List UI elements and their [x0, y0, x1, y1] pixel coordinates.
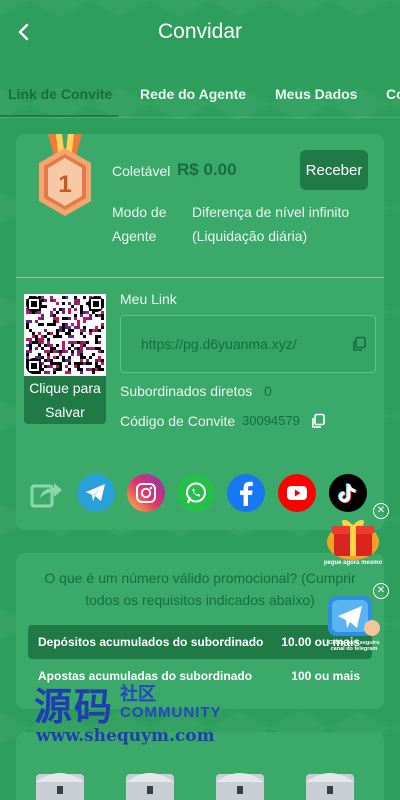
- invite-code-value: 30094579: [242, 413, 300, 428]
- direct-subordinates-label: Subordinados diretos: [120, 383, 253, 399]
- direct-subordinates-value: 0: [264, 383, 272, 399]
- watermark-sub1: 社区: [120, 684, 156, 704]
- active-tab-indicator: [0, 115, 118, 117]
- treasure-chest-icon: [126, 773, 174, 800]
- header: Convidar: [0, 0, 400, 64]
- requirement-value: 100 ou mais: [291, 669, 360, 683]
- instagram-icon[interactable]: [127, 474, 165, 512]
- requirement-row: Depósitos acumulados do subordinado 10.0…: [28, 625, 372, 659]
- chevron-left-icon: [18, 23, 29, 41]
- watermark-url: www.shequym.com: [36, 726, 215, 746]
- close-icon[interactable]: ✕: [373, 503, 389, 519]
- collectable-label: Coletável: [112, 163, 171, 179]
- floating-gift-ad[interactable]: pegue agora mesmo: [322, 512, 384, 578]
- floating-telegram-ad[interactable]: Clique para seguiro canal do telegram: [324, 592, 386, 658]
- watermark: 源码 社区 COMMUNITY www.shequym.com: [34, 676, 234, 746]
- tab-invite-link[interactable]: Link de Convite: [8, 86, 112, 102]
- agent-mode-value: Diferença de nível infinito (Liquidação …: [192, 204, 350, 244]
- tab-bar: Link de Convite Rede do Agente Meus Dado…: [0, 64, 400, 118]
- watermark-sub2: COMMUNITY: [120, 704, 222, 721]
- close-icon[interactable]: ✕: [373, 583, 389, 599]
- invite-card: 1 Coletável R$ 0.00 Receber Modo de Agen…: [16, 134, 384, 530]
- qr-code-image: [24, 294, 106, 376]
- copy-link-icon[interactable]: [351, 336, 367, 352]
- tiktok-icon[interactable]: [329, 474, 367, 512]
- qr-save-caption: Clique para Salvar: [29, 380, 101, 420]
- agent-mode-label: Modo de Agente: [112, 204, 167, 244]
- invite-link-url: https://pg.d6yuanma.xyz/: [141, 336, 297, 352]
- divider: [16, 277, 384, 278]
- level-medal-icon: 1: [39, 134, 91, 216]
- promo-question: O que é um número válido promocional? (C…: [44, 570, 356, 608]
- treasure-chest-icon: [306, 773, 354, 800]
- qr-code-save[interactable]: Clique para Salvar: [24, 294, 106, 424]
- invite-link-box[interactable]: https://pg.d6yuanma.xyz/: [120, 315, 376, 373]
- receive-button[interactable]: Receber: [300, 150, 368, 190]
- gift-box-icon: [327, 519, 379, 560]
- requirement-label: Depósitos acumulados do subordinado: [38, 635, 264, 649]
- tab-agent-network[interactable]: Rede do Agente: [140, 86, 246, 102]
- level-number: 1: [58, 171, 71, 198]
- youtube-icon[interactable]: [278, 474, 316, 512]
- whatsapp-icon[interactable]: [177, 474, 215, 512]
- facebook-icon[interactable]: [227, 474, 265, 512]
- telegram-icon[interactable]: [77, 474, 115, 512]
- telegram-ad-caption: Clique para seguiro canal do telegram: [328, 640, 380, 652]
- treasure-chest-icon: [36, 773, 84, 800]
- collectable-value: R$ 0.00: [177, 160, 237, 179]
- tab-my-data[interactable]: Meus Dados: [275, 86, 357, 102]
- watermark-main: 源码: [34, 684, 115, 729]
- treasure-chest-icon: [216, 773, 264, 800]
- back-button[interactable]: [12, 18, 36, 46]
- gift-ad-caption: pegue agora mesmo: [323, 560, 383, 566]
- invite-code-label: Código de Convite: [120, 413, 236, 429]
- copy-code-icon[interactable]: [310, 413, 326, 429]
- page-title: Convidar: [157, 20, 243, 43]
- telegram-promo-icon: [328, 596, 380, 636]
- tab-more[interactable]: Co: [386, 86, 400, 102]
- my-link-title: Meu Link: [120, 291, 177, 307]
- share-icon[interactable]: [28, 474, 66, 512]
